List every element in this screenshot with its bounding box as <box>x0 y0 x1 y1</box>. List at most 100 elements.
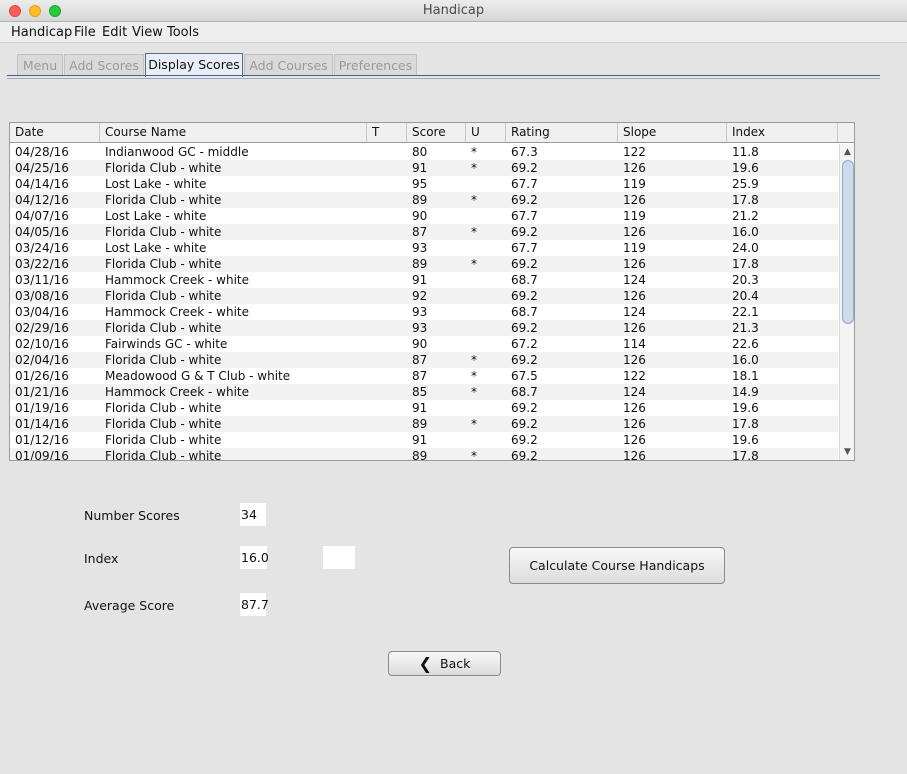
cell-slope: 124 <box>623 273 646 287</box>
cell-u: * <box>471 161 477 175</box>
cell-t <box>367 304 407 320</box>
cell-t <box>367 160 407 176</box>
tab-menu[interactable]: Menu <box>17 54 63 76</box>
scroll-up-icon[interactable]: ▲ <box>840 146 854 158</box>
cell-slope: 114 <box>623 337 646 351</box>
cell-rating: 69.2 <box>511 321 538 335</box>
cell-slope: 119 <box>623 177 646 191</box>
tab-preferences[interactable]: Preferences <box>334 54 417 76</box>
cell-course-name: Florida Club - white <box>105 353 222 367</box>
cell-index: 24.0 <box>732 241 759 255</box>
cell-u: * <box>471 145 477 159</box>
column-header-t[interactable]: T <box>367 123 407 142</box>
table-scrollbar[interactable]: ▲ ▼ <box>839 144 854 460</box>
cell-u <box>466 240 506 256</box>
calculate-course-handicaps-button[interactable]: Calculate Course Handicaps <box>509 547 725 584</box>
scores-table: Date Course Name T Score U Rating Slope … <box>9 122 855 461</box>
index-field: 16.0 <box>240 546 269 569</box>
back-button[interactable]: ❮ Back <box>388 651 501 676</box>
cell-u: * <box>471 449 477 461</box>
cell-u <box>466 336 506 352</box>
cell-rating: 67.5 <box>511 369 538 383</box>
index-extra-field <box>323 546 355 569</box>
tab-display-scores[interactable]: Display Scores <box>145 53 243 77</box>
table-row[interactable]: 04/12/16 Florida Club - white 89 * 69.2 126 17… <box>10 192 838 208</box>
table-row[interactable]: 03/11/16 Hammock Creek - white 91 68.7 124 20… <box>10 272 838 288</box>
cell-date: 04/05/16 <box>15 225 69 239</box>
menu-tools[interactable]: Tools <box>167 25 199 40</box>
column-header-course-name[interactable]: Course Name <box>100 123 367 142</box>
cell-u: * <box>471 417 477 431</box>
cell-course-name: Fairwinds GC - white <box>105 337 228 351</box>
table-row[interactable]: 04/05/16 Florida Club - white 87 * 69.2 126 16… <box>10 224 838 240</box>
cell-slope: 126 <box>623 257 646 271</box>
minimize-window-button[interactable] <box>29 5 41 17</box>
tab-divider <box>7 75 880 79</box>
cell-t <box>367 416 407 432</box>
column-header-u[interactable]: U <box>466 123 506 142</box>
close-window-button[interactable] <box>9 5 21 17</box>
cell-course-name: Florida Club - white <box>105 321 222 335</box>
column-header-score[interactable]: Score <box>407 123 466 142</box>
scrollbar-thumb[interactable] <box>842 160 854 324</box>
cell-rating: 67.7 <box>511 209 538 223</box>
table-row[interactable]: 04/14/16 Lost Lake - white 95 67.7 119 25.9 <box>10 176 838 192</box>
table-row[interactable]: 01/19/16 Florida Club - white 91 69.2 126 19.… <box>10 400 838 416</box>
table-row[interactable]: 02/10/16 Fairwinds GC - white 90 67.2 114 22.… <box>10 336 838 352</box>
cell-t <box>367 144 407 160</box>
table-row[interactable]: 02/29/16 Florida Club - white 93 69.2 126 21.… <box>10 320 838 336</box>
cell-score: 89 <box>412 257 428 271</box>
cell-index: 18.1 <box>732 369 759 383</box>
table-row[interactable]: 03/04/16 Hammock Creek - white 93 68.7 124 22… <box>10 304 838 320</box>
table-row[interactable]: 01/09/16 Florida Club - white 89 * 69.2 126 17… <box>10 448 838 461</box>
cell-index: 14.9 <box>732 385 759 399</box>
cell-slope: 126 <box>623 161 646 175</box>
table-row[interactable]: 03/24/16 Lost Lake - white 93 67.7 119 24.0 <box>10 240 838 256</box>
cell-course-name: Florida Club - white <box>105 193 222 207</box>
column-header-date[interactable]: Date <box>10 123 100 142</box>
cell-slope: 126 <box>623 401 646 415</box>
table-row[interactable]: 01/12/16 Florida Club - white 91 69.2 126 19.… <box>10 432 838 448</box>
cell-slope: 122 <box>623 369 646 383</box>
cell-t <box>367 448 407 460</box>
table-row[interactable]: 04/28/16 Indianwood GC - middle 80 * 67.3 122… <box>10 144 838 160</box>
cell-u <box>466 432 506 448</box>
cell-t <box>367 224 407 240</box>
cell-date: 02/04/16 <box>15 353 69 367</box>
table-row[interactable]: 04/25/16 Florida Club - white 91 * 69.2 126 19… <box>10 160 838 176</box>
title-bar: Handicap <box>0 0 907 22</box>
zoom-window-button[interactable] <box>49 5 61 17</box>
cell-u <box>466 400 506 416</box>
cell-index: 17.8 <box>732 417 759 431</box>
tab-add-courses[interactable]: Add Courses <box>244 54 333 76</box>
tab-add-scores[interactable]: Add Scores <box>64 54 144 76</box>
cell-score: 91 <box>412 161 428 175</box>
menu-view[interactable]: View <box>132 25 163 40</box>
cell-index: 25.9 <box>732 177 759 191</box>
cell-slope: 122 <box>623 145 646 159</box>
column-header-rating[interactable]: Rating <box>506 123 618 142</box>
cell-course-name: Florida Club - white <box>105 417 222 431</box>
table-row[interactable]: 03/22/16 Florida Club - white 89 * 69.2 126 17… <box>10 256 838 272</box>
table-row[interactable]: 01/14/16 Florida Club - white 89 * 69.2 126 17… <box>10 416 838 432</box>
cell-index: 21.3 <box>732 321 759 335</box>
cell-score: 89 <box>412 449 428 461</box>
menu-edit[interactable]: Edit <box>102 25 127 40</box>
cell-t <box>367 432 407 448</box>
table-row[interactable]: 02/04/16 Florida Club - white 87 * 69.2 126 16… <box>10 352 838 368</box>
column-header-index[interactable]: Index <box>727 123 838 142</box>
menu-handicap[interactable]: Handicap <box>11 25 72 40</box>
cell-index: 17.8 <box>732 193 759 207</box>
cell-t <box>367 320 407 336</box>
table-row[interactable]: 03/08/16 Florida Club - white 92 69.2 126 20.… <box>10 288 838 304</box>
table-row[interactable]: 01/26/16 Meadowood G & T Club - white 87 * 6… <box>10 368 838 384</box>
table-row[interactable]: 04/07/16 Lost Lake - white 90 67.7 119 21.2 <box>10 208 838 224</box>
column-header-slope[interactable]: Slope <box>618 123 727 142</box>
cell-rating: 68.7 <box>511 305 538 319</box>
table-row[interactable]: 01/21/16 Hammock Creek - white 85 * 68.7 124 1… <box>10 384 838 400</box>
cell-score: 91 <box>412 273 428 287</box>
cell-course-name: Florida Club - white <box>105 289 222 303</box>
scroll-down-icon[interactable]: ▼ <box>840 446 854 458</box>
menu-file[interactable]: File <box>74 25 96 40</box>
cell-rating: 69.2 <box>511 289 538 303</box>
